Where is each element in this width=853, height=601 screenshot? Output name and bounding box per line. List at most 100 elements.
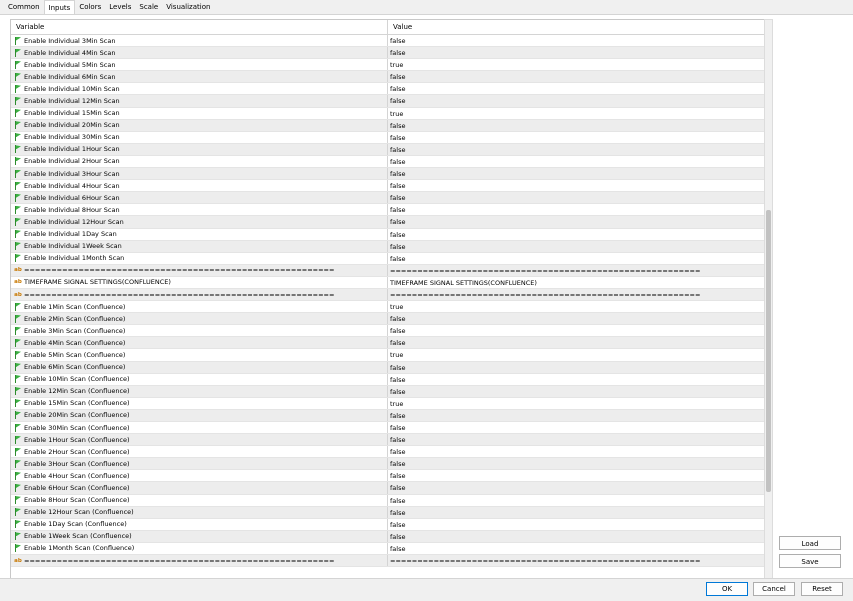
value-cell[interactable]: false [388,410,765,421]
value-cell[interactable]: false [388,83,765,94]
table-row[interactable]: Enable Individual 6Hour Scan false [11,192,765,205]
value-cell[interactable]: false [388,253,765,264]
value-cell[interactable]: false [388,313,765,324]
table-row[interactable]: Enable Individual 8Hour Scan false [11,204,765,217]
table-row[interactable]: ab TIMEFRAME SIGNAL SETTINGS(CONFLUENCE) T… [11,276,765,289]
table-row[interactable]: Enable 6Hour Scan (Confluence) false [11,482,765,495]
value-cell[interactable]: ========================================… [388,289,765,300]
value-cell[interactable]: false [388,543,765,554]
table-row[interactable]: Enable 2Min Scan (Confluence) false [11,313,765,326]
value-cell[interactable]: false [388,204,765,215]
value-cell[interactable]: false [388,482,765,493]
value-cell[interactable]: false [388,229,765,240]
table-row[interactable]: Enable Individual 3Min Scan false [11,35,765,48]
value-cell[interactable]: false [388,95,765,106]
table-row[interactable]: Enable 12Hour Scan (Confluence) false [11,506,765,519]
vertical-scrollbar[interactable] [764,19,773,580]
table-row[interactable]: Enable Individual 20Min Scan false [11,119,765,132]
value-cell[interactable]: false [388,47,765,58]
value-cell[interactable]: true [388,398,765,409]
table-row[interactable]: Enable 5Min Scan (Confluence) true [11,349,765,362]
value-cell[interactable]: false [388,71,765,82]
value-cell[interactable]: false [388,495,765,506]
value-cell[interactable]: false [388,422,765,433]
value-cell[interactable]: ========================================… [388,555,765,566]
table-row[interactable]: Enable 2Hour Scan (Confluence) false [11,446,765,459]
value-cell[interactable]: false [388,531,765,542]
ok-button[interactable]: OK [706,582,748,596]
value-cell[interactable]: false [388,325,765,336]
table-row[interactable]: Enable Individual 30Min Scan false [11,131,765,144]
tab-inputs[interactable]: Inputs [43,0,76,15]
table-row[interactable]: ab ======================================… [11,555,765,568]
value-cell[interactable]: true [388,349,765,360]
table-row[interactable]: Enable 30Min Scan (Confluence) false [11,422,765,435]
value-cell[interactable]: false [388,216,765,227]
cancel-button[interactable]: Cancel [753,582,795,596]
table-row[interactable]: Enable Individual 12Hour Scan false [11,216,765,229]
tab-common[interactable]: Common [4,0,44,13]
save-button[interactable]: Save [779,554,841,568]
value-cell[interactable]: false [388,35,765,46]
value-cell[interactable]: false [388,144,765,155]
tab-levels[interactable]: Levels [105,0,135,13]
table-row[interactable]: Enable 8Hour Scan (Confluence) false [11,494,765,507]
table-row[interactable]: Enable 12Min Scan (Confluence) false [11,385,765,398]
table-row[interactable]: Enable Individual 1Day Scan false [11,228,765,241]
tab-scale[interactable]: Scale [135,0,162,13]
tab-visualization[interactable]: Visualization [162,0,214,13]
reset-button[interactable]: Reset [801,582,843,596]
scrollbar-thumb[interactable] [766,210,771,492]
table-row[interactable]: Enable Individual 5Min Scan true [11,59,765,72]
table-row[interactable]: Enable 1Day Scan (Confluence) false [11,518,765,531]
value-cell[interactable]: ========================================… [388,265,765,276]
table-row[interactable]: ab ======================================… [11,264,765,277]
value-cell[interactable]: false [388,470,765,481]
value-cell[interactable]: false [388,362,765,373]
table-row[interactable]: Enable Individual 2Hour Scan false [11,155,765,169]
value-cell[interactable]: true [388,301,765,312]
table-row[interactable]: Enable 1Min Scan (Confluence) true [11,301,765,314]
table-row[interactable]: Enable Individual 4Min Scan false [11,47,765,60]
column-header-value[interactable]: Value [388,20,765,34]
value-cell[interactable]: false [388,132,765,143]
value-cell[interactable]: true [388,59,765,70]
table-row[interactable]: Enable Individual 10Min Scan false [11,83,765,96]
table-row[interactable]: Enable Individual 1Month Scan false [11,252,765,265]
table-row[interactable]: Enable 6Min Scan (Confluence) false [11,361,765,374]
tab-colors[interactable]: Colors [75,0,105,13]
table-row[interactable]: Enable 20Min Scan (Confluence) false [11,409,765,422]
value-cell[interactable]: false [388,519,765,530]
table-row[interactable]: Enable 15Min Scan (Confluence) true [11,397,765,410]
table-row[interactable]: Enable 1Week Scan (Confluence) false [11,530,765,543]
table-row[interactable]: Enable Individual 1Week Scan false [11,240,765,253]
value-cell[interactable]: TIMEFRAME SIGNAL SETTINGS(CONFLUENCE) [388,277,765,288]
value-cell[interactable]: false [388,192,765,203]
value-cell[interactable]: false [388,458,765,469]
table-row[interactable]: Enable 1Hour Scan (Confluence) false [11,434,765,447]
load-button[interactable]: Load [779,536,841,550]
value-cell[interactable]: false [388,156,765,167]
table-row[interactable]: ab ======================================… [11,288,765,302]
value-cell[interactable]: true [388,108,765,119]
value-cell[interactable]: false [388,446,765,457]
table-row[interactable]: Enable Individual 15Min Scan true [11,107,765,120]
column-header-variable[interactable]: Variable [11,20,388,34]
table-row[interactable]: Enable 4Hour Scan (Confluence) false [11,470,765,483]
table-row[interactable]: Enable 3Hour Scan (Confluence) false [11,458,765,471]
value-cell[interactable]: false [388,507,765,518]
value-cell[interactable]: false [388,241,765,252]
value-cell[interactable]: false [388,337,765,348]
table-row[interactable]: Enable 3Min Scan (Confluence) false [11,325,765,338]
value-cell[interactable]: false [388,434,765,445]
table-row[interactable]: Enable 10Min Scan (Confluence) false [11,373,765,386]
value-cell[interactable]: false [388,120,765,131]
table-row[interactable]: Enable 1Month Scan (Confluence) false [11,542,765,556]
table-row[interactable]: Enable Individual 1Hour Scan false [11,143,765,156]
table-row[interactable]: Enable Individual 3Hour Scan false [11,168,765,181]
value-cell[interactable]: false [388,168,765,179]
value-cell[interactable]: false [388,180,765,191]
table-row[interactable]: Enable Individual 6Min Scan false [11,71,765,84]
value-cell[interactable]: false [388,374,765,385]
table-row[interactable]: Enable Individual 12Min Scan false [11,95,765,108]
